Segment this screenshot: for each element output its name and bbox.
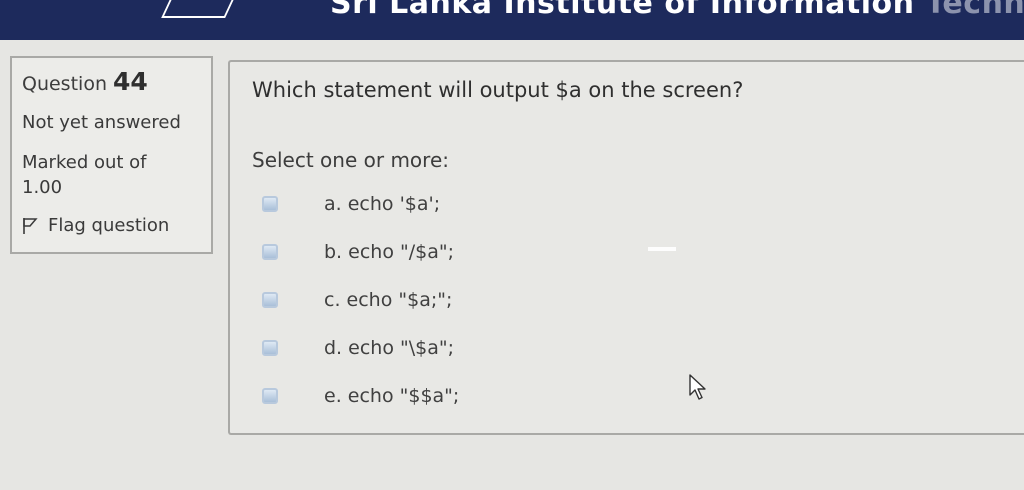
grade-value: 1.00 bbox=[22, 177, 63, 198]
question-info-panel: Question 44 Not yet answered Marked out … bbox=[10, 56, 213, 254]
flag-icon bbox=[23, 218, 38, 234]
answer-prompt: Select one or more: bbox=[252, 148, 449, 172]
question-number: Question 44 bbox=[22, 67, 201, 96]
option-c[interactable]: c. echo "$a;"; bbox=[262, 276, 459, 324]
option-e-checkbox[interactable] bbox=[262, 388, 278, 404]
option-d[interactable]: d. echo "\$a"; bbox=[262, 324, 459, 372]
question-content: Which statement will output $a on the sc… bbox=[228, 60, 1024, 435]
option-e[interactable]: e. echo "$$a"; bbox=[262, 372, 459, 420]
question-text: Which statement will output $a on the sc… bbox=[252, 78, 744, 102]
option-e-label[interactable]: e. echo "$$a"; bbox=[324, 385, 459, 407]
mouse-cursor-icon bbox=[689, 374, 706, 400]
question-label: Question bbox=[22, 73, 107, 95]
option-a-label[interactable]: a. echo '$a'; bbox=[324, 193, 440, 215]
site-title-tail: Technology bbox=[925, 0, 1024, 21]
flag-question-label: Flag question bbox=[48, 215, 170, 236]
option-d-label[interactable]: d. echo "\$a"; bbox=[324, 337, 454, 359]
site-header: Sri Lanka Institute of Information Techn… bbox=[0, 0, 1024, 40]
screen-glare bbox=[648, 247, 676, 251]
option-c-checkbox[interactable] bbox=[262, 292, 278, 308]
question-grade: Marked out of 1.00 bbox=[22, 150, 201, 200]
option-d-checkbox[interactable] bbox=[262, 340, 278, 356]
option-b[interactable]: b. echo "/$a"; bbox=[262, 228, 459, 276]
flag-question-link[interactable]: Flag question bbox=[22, 215, 201, 237]
question-state: Not yet answered bbox=[22, 112, 181, 133]
logo-icon[interactable] bbox=[161, 0, 243, 18]
site-title-main: Sri Lanka Institute of Information bbox=[330, 0, 915, 21]
option-b-label[interactable]: b. echo "/$a"; bbox=[324, 241, 454, 263]
option-a-checkbox[interactable] bbox=[262, 196, 278, 212]
answer-options: a. echo '$a'; b. echo "/$a"; c. echo "$a… bbox=[262, 180, 459, 420]
site-title: Sri Lanka Institute of Information Techn… bbox=[330, 0, 1024, 21]
page-body: Question 44 Not yet answered Marked out … bbox=[0, 40, 1024, 490]
question-number-value: 44 bbox=[113, 67, 148, 96]
grade-label: Marked out of bbox=[22, 152, 147, 173]
option-b-checkbox[interactable] bbox=[262, 244, 278, 260]
option-c-label[interactable]: c. echo "$a;"; bbox=[324, 289, 452, 311]
option-a[interactable]: a. echo '$a'; bbox=[262, 180, 459, 228]
